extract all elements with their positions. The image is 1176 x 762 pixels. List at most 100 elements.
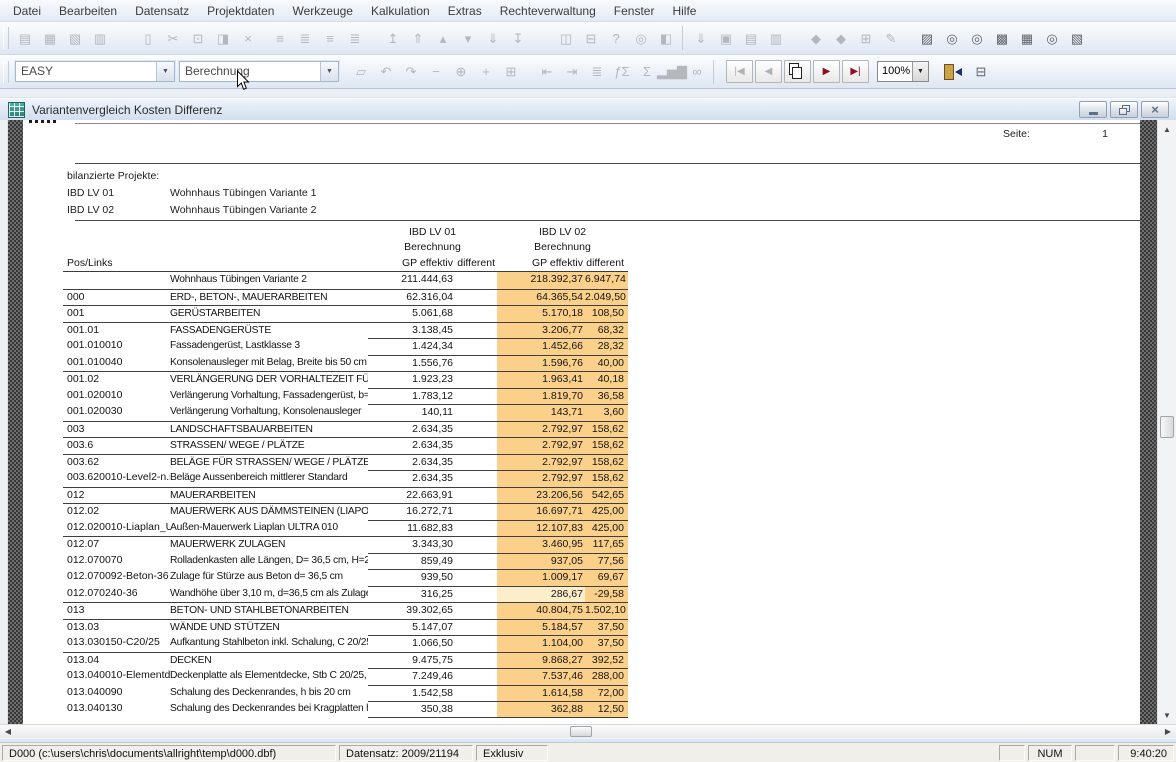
profile-combobox-arrow[interactable]: ▼ [156,62,174,81]
exit-view-button[interactable] [941,62,961,82]
view-combobox-arrow[interactable]: ▼ [320,62,338,81]
filter-icon[interactable]: ▧ [1067,28,1087,48]
first-record-button[interactable]: |◀ [726,60,753,83]
insert-subposition-icon[interactable]: ⊞ [501,62,521,82]
view-combobox[interactable]: Berechnung ▼ [179,61,339,82]
menu-item-datei[interactable]: Datei [4,2,50,20]
cell-gp2: 1.596,76 [497,355,585,372]
new-document-icon[interactable]: ▯ [138,28,158,48]
cell-desc: WÄNDE UND STÜTZEN [170,619,368,636]
close-button[interactable]: × [1141,101,1169,118]
cell-pos: 012.020010-Liaplan_Ultra [63,520,170,537]
menu-item-bearbeiten[interactable]: Bearbeiten [50,2,126,20]
prev-record-button[interactable]: ◀ [755,60,782,83]
demote-position-icon[interactable]: ⇤ [537,62,557,82]
send-document-icon[interactable]: ▥ [766,28,786,48]
outline-promote-icon[interactable]: ≡ [320,28,340,48]
next-record-button[interactable]: ▶ [813,60,840,83]
menu-item-rechteverwaltung[interactable]: Rechteverwaltung [491,2,605,20]
search-text-icon[interactable]: ◎ [967,28,987,48]
last-record-button[interactable]: ▶| [842,60,869,83]
help-icon[interactable]: ? [606,28,626,48]
image-icon[interactable]: ▧ [65,28,85,48]
zoom-combobox[interactable]: 100% ▼ [877,61,929,82]
numbering-icon[interactable]: ≣ [587,62,607,82]
undo-icon[interactable]: ↶ [376,62,396,82]
stamp-library-icon[interactable]: ▣ [716,28,736,48]
print-icon[interactable]: ⊟ [581,28,601,48]
promote-position-icon[interactable]: ⇥ [562,62,582,82]
scroll-right-icon[interactable]: ▶ [1160,725,1176,738]
open-view-icon[interactable]: ▱ [351,62,371,82]
catalog-icon[interactable]: ▥ [90,28,110,48]
cell-gp2: 3.206,77 [497,322,585,339]
cell-d1 [455,553,497,570]
restore-button[interactable] [1110,101,1138,118]
compare-left-icon[interactable]: ◆ [806,28,826,48]
vertical-scrollbar-thumb[interactable] [1160,416,1174,438]
minimize-button[interactable] [1079,101,1107,118]
outline-demote-icon[interactable]: ≣ [345,28,365,48]
move-pagedown-icon[interactable]: ⇓ [483,28,503,48]
redo-icon[interactable]: ↷ [401,62,421,82]
scroll-up-icon[interactable]: ▲ [1158,121,1176,137]
print-preview-icon[interactable]: ◫ [556,28,576,48]
horizontal-scrollbar[interactable]: ◀ ▶ [0,724,1176,738]
cell-pos: 013 [63,602,170,619]
menu-item-extras[interactable]: Extras [439,2,491,20]
menu-item-fenster[interactable]: Fenster [605,2,664,20]
table-view-icon[interactable]: ▦ [1017,28,1037,48]
insert-position-icon[interactable]: + [476,62,496,82]
report-wizard-icon[interactable]: ▤ [15,28,35,48]
compare-right-icon[interactable]: ◆ [831,28,851,48]
move-last-icon[interactable]: ↧ [508,28,528,48]
calculation-edit-icon[interactable]: ▨ [917,28,937,48]
cell-d1 [455,701,497,718]
menu-item-kalkulation[interactable]: Kalkulation [362,2,439,20]
remove-position-icon[interactable]: − [426,62,446,82]
toolbar-group-edit: ▱↶↷−⊕+⊞ [351,62,521,82]
sum-icon[interactable]: Σ [637,62,657,82]
menu-item-werkzeuge[interactable]: Werkzeuge [283,2,361,20]
toolbar-grip[interactable] [3,27,9,49]
pin-icon[interactable]: ✎ [881,28,901,48]
zoom-combobox-arrow[interactable]: ▼ [912,62,928,81]
scroll-down-icon[interactable]: ▼ [1158,707,1176,723]
menu-item-datensatz[interactable]: Datensatz [126,2,198,20]
print-button[interactable]: ⊟ [971,62,991,82]
import-position-icon[interactable]: ⇓ [691,28,711,48]
copy-record-button[interactable] [784,60,811,83]
protocol-icon[interactable]: ▦ [40,28,60,48]
statistics-icon[interactable]: ▂▅▇ [662,62,682,82]
cut-icon[interactable]: ✂ [163,28,183,48]
search-position-icon[interactable]: ◎ [942,28,962,48]
vertical-scrollbar[interactable]: ▲ ▼ [1157,120,1176,724]
search-record-icon[interactable]: ◎ [1042,28,1062,48]
toolbar-grip[interactable] [3,61,9,83]
layout-columns-icon[interactable]: ◧ [656,28,676,48]
move-up-icon[interactable]: ▴ [433,28,453,48]
database-icon[interactable]: ▩ [992,28,1012,48]
outline-insert-above-icon[interactable]: ≡ [270,28,290,48]
horizontal-scrollbar-thumb[interactable] [570,726,592,737]
outline-insert-below-icon[interactable]: ≣ [295,28,315,48]
paste-icon[interactable]: ◨ [213,28,233,48]
copy-icon[interactable]: ⊡ [188,28,208,48]
cell-gp2: 7.537,46 [497,668,585,685]
move-first-icon[interactable]: ↥ [383,28,403,48]
modules-icon[interactable]: ⊞ [856,28,876,48]
reb-icon[interactable]: ∞ [687,62,707,82]
export-document-icon[interactable]: ▤ [741,28,761,48]
profile-combobox[interactable]: EASY ▼ [15,61,175,82]
scroll-left-icon[interactable]: ◀ [0,725,16,738]
menu-item-projektdaten[interactable]: Projektdaten [198,2,283,20]
formula-icon[interactable]: ƒΣ [612,62,632,82]
move-pageup-icon[interactable]: ⇑ [408,28,428,48]
move-down-icon[interactable]: ▾ [458,28,478,48]
search-icon[interactable]: ◎ [631,28,651,48]
application-window: DateiBearbeitenDatensatzProjektdatenWerk… [0,0,1176,761]
insert-position-above-icon[interactable]: ⊕ [451,62,471,82]
cell-d1 [455,272,497,289]
menu-item-hilfe[interactable]: Hilfe [663,2,705,20]
delete-icon[interactable]: × [238,28,258,48]
